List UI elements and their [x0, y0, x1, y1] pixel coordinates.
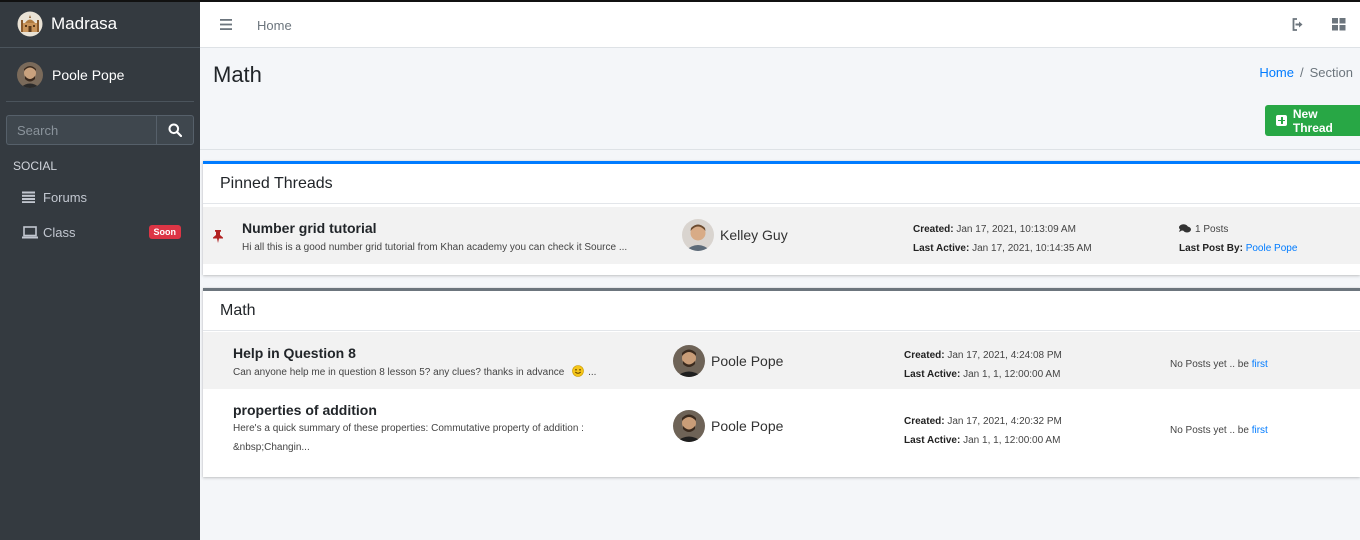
thread-title[interactable]: Number grid tutorial: [242, 220, 377, 236]
no-posts-info: No Posts yet .. be first: [1170, 359, 1268, 370]
last-active-info: Last Active: Jan 17, 2021, 10:14:35 AM: [913, 243, 1092, 254]
sidebar: Madrasa Poole Pope SOCIAL: [0, 0, 200, 540]
grid-apps-icon[interactable]: [1332, 18, 1346, 36]
thread-excerpt-line-1: Here's a quick summary of these properti…: [233, 423, 584, 434]
first-post-link[interactable]: first: [1252, 425, 1268, 436]
search-button[interactable]: [156, 115, 194, 145]
brand[interactable]: Madrasa: [0, 0, 200, 48]
sidebar-item-label: Class: [43, 224, 76, 240]
thread-title[interactable]: Help in Question 8: [233, 345, 356, 361]
thread-row[interactable]: Help in Question 8 Can anyone help me in…: [203, 332, 1360, 389]
new-thread-button[interactable]: New Thread: [1265, 105, 1360, 136]
created-info: Created: Jan 17, 2021, 4:20:32 PM: [904, 416, 1062, 427]
pinned-threads-card: Pinned Threads Number grid tutorial Hi a…: [203, 161, 1360, 275]
plus-square-icon: [1276, 115, 1287, 126]
thread-excerpt-line-2: &nbsp;Changin...: [233, 442, 310, 453]
page-title: Math: [213, 62, 262, 87]
sidebar-item-class[interactable]: Class Soon: [6, 218, 194, 246]
no-posts-info: No Posts yet .. be first: [1170, 425, 1268, 436]
last-active-info: Last Active: Jan 1, 1, 12:00:00 AM: [904, 435, 1060, 446]
last-active-label: Last Active:: [904, 369, 961, 380]
search-input[interactable]: [6, 115, 156, 145]
content-divider: [200, 149, 1360, 150]
author-name[interactable]: Poole Pope: [711, 418, 783, 434]
created-label: Created:: [904, 416, 945, 427]
author-name[interactable]: Kelley Guy: [720, 227, 788, 243]
posts-count: 1 Posts: [1179, 224, 1228, 235]
search-icon: [168, 123, 182, 137]
menu-toggle-icon[interactable]: [220, 17, 232, 35]
comments-icon: [1179, 224, 1191, 233]
last-active-date: Jan 1, 1, 12:00:00 AM: [963, 369, 1061, 380]
breadcrumb: Home / Section: [1259, 65, 1353, 80]
created-date: Jan 17, 2021, 10:13:09 AM: [956, 224, 1076, 235]
last-post-info: Last Post By: Poole Pope: [1179, 243, 1297, 254]
author-name[interactable]: Poole Pope: [711, 353, 783, 369]
last-active-label: Last Active:: [913, 243, 970, 254]
author-avatar[interactable]: [673, 345, 705, 377]
created-label: Created:: [913, 224, 954, 235]
sidebar-item-forums[interactable]: Forums: [6, 183, 194, 211]
smiley-emoji-icon: [572, 365, 584, 377]
created-date: Jan 17, 2021, 4:24:08 PM: [947, 350, 1062, 361]
user-name: Poole Pope: [52, 66, 125, 83]
section-threads-card: Math Help in Question 8 Can anyone help …: [203, 288, 1360, 477]
thread-row[interactable]: properties of addition Here's a quick su…: [203, 389, 1360, 469]
pin-icon: [212, 229, 224, 248]
window-top-border: [0, 0, 1360, 2]
navbar-home-link[interactable]: Home: [257, 18, 292, 33]
last-active-info: Last Active: Jan 1, 1, 12:00:00 AM: [904, 369, 1060, 380]
user-avatar: [17, 61, 43, 88]
posts-count-text: 1 Posts: [1195, 224, 1229, 235]
sidebar-search: [6, 115, 194, 145]
user-panel[interactable]: Poole Pope: [6, 48, 194, 102]
breadcrumb-home-link[interactable]: Home: [1259, 65, 1294, 80]
thread-excerpt: Can anyone help me in question 8 lesson …: [233, 364, 596, 382]
thread-excerpt-ellipsis: ...: [588, 367, 597, 378]
thread-excerpt-text: Can anyone help me in question 8 lesson …: [233, 367, 565, 378]
mosque-logo-icon: [17, 11, 43, 37]
no-posts-text: No Posts yet .. be: [1170, 425, 1249, 436]
thread-title[interactable]: properties of addition: [233, 402, 377, 418]
first-post-link[interactable]: first: [1252, 359, 1268, 370]
list-icon: [22, 191, 38, 203]
sign-out-icon[interactable]: [1292, 18, 1306, 36]
breadcrumb-current: Section: [1309, 65, 1353, 80]
created-label: Created:: [904, 350, 945, 361]
breadcrumb-separator: /: [1300, 65, 1304, 80]
author-avatar[interactable]: [673, 410, 705, 442]
laptop-icon: [22, 225, 38, 239]
card-title: Pinned Threads: [203, 164, 1360, 204]
last-active-date: Jan 17, 2021, 10:14:35 AM: [972, 243, 1092, 254]
no-posts-text: No Posts yet .. be: [1170, 359, 1249, 370]
author-avatar[interactable]: [682, 219, 714, 251]
card-title: Math: [203, 291, 1360, 331]
created-date: Jan 17, 2021, 4:20:32 PM: [947, 416, 1062, 427]
created-info: Created: Jan 17, 2021, 10:13:09 AM: [913, 224, 1076, 235]
soon-badge: Soon: [148, 225, 181, 239]
top-navbar: Home: [200, 2, 1360, 48]
new-thread-label: New Thread: [1292, 106, 1333, 135]
thread-excerpt: Hi all this is a good number grid tutori…: [242, 242, 628, 253]
last-post-label: Last Post By:: [1179, 243, 1243, 254]
last-active-label: Last Active:: [904, 435, 961, 446]
created-info: Created: Jan 17, 2021, 4:24:08 PM: [904, 350, 1062, 361]
last-active-date: Jan 1, 1, 12:00:00 AM: [963, 435, 1061, 446]
nav-header-social: SOCIAL: [13, 159, 58, 173]
thread-row[interactable]: Number grid tutorial Hi all this is a go…: [203, 207, 1360, 264]
last-post-user-link[interactable]: Poole Pope: [1246, 243, 1298, 254]
sidebar-item-label: Forums: [43, 189, 88, 205]
brand-name: Madrasa: [51, 13, 118, 33]
